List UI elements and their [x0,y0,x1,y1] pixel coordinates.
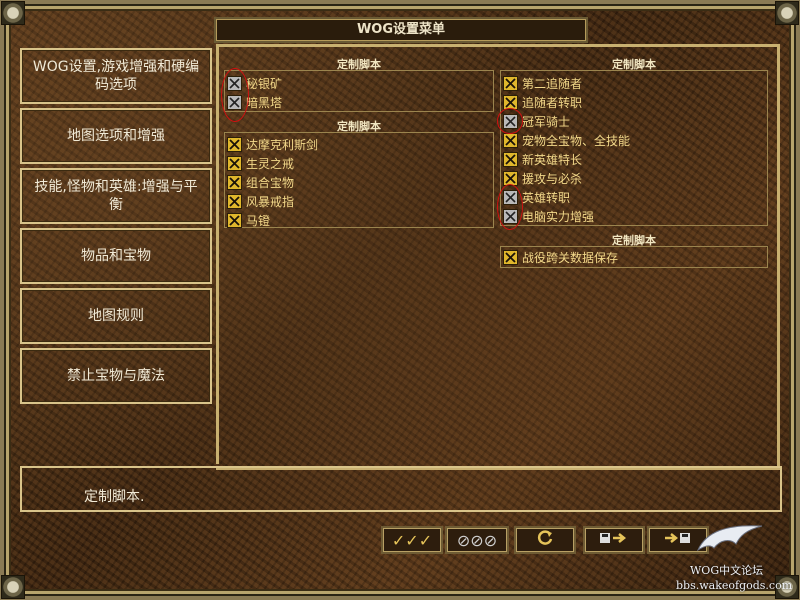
script-option[interactable]: 风暴戒指 [227,192,294,210]
script-option-label: 达摩克利斯剑 [246,137,319,152]
annotation-circle [497,184,523,230]
tab-custom-scripts[interactable]: 定制脚本. [20,466,782,512]
corner-ornament-tr [775,1,799,25]
checkbox-checked-icon[interactable] [503,75,518,91]
script-option[interactable]: 生灵之戒 [227,154,294,172]
uncheck-all-button[interactable]: ⊘⊘⊘ [445,526,509,554]
checkbox-checked-icon[interactable] [503,132,518,148]
script-option[interactable]: 组合宝物 [227,173,294,191]
sidebar-item-items-artifacts[interactable]: 物品和宝物 [20,228,212,284]
script-option[interactable]: 马镫 [227,211,270,229]
script-option-label: 宠物全宝物、全技能 [522,133,631,148]
sidebar-item-label: 物品和宝物 [81,248,151,264]
annotation-circle [497,108,523,134]
script-option-label: 生灵之戒 [246,156,295,171]
script-option-label: 冠军骑士 [522,114,571,129]
watermark-line2: bbs.wakeofgods.com [676,579,793,592]
script-option-label: 暗黑塔 [246,95,283,110]
sidebar-item-map-options[interactable]: 地图选项和增强 [20,108,212,164]
checkbox-checked-icon[interactable] [227,212,242,228]
annotation-circle [221,68,249,122]
script-option[interactable]: 援攻与必杀 [503,169,582,187]
check-all-button[interactable]: ✓✓✓ [381,526,443,554]
script-option[interactable]: 达摩克利斯剑 [227,135,318,153]
checkbox-checked-icon[interactable] [227,155,242,171]
sidebar-item-label: 禁止宝物与魔法 [67,368,165,384]
reset-button[interactable] [514,526,576,554]
refresh-icon [536,529,554,551]
dragon-wing-icon [696,525,763,552]
script-option[interactable]: 宠物全宝物、全技能 [503,131,630,149]
script-option-label: 马镫 [246,213,271,228]
uncheck-all-icon: ⊘⊘⊘ [456,530,498,550]
script-option-label: 第二追随者 [522,76,583,91]
script-option-label: 援攻与必杀 [522,171,583,186]
script-option[interactable]: 战役跨关数据保存 [503,248,618,266]
script-option-label: 新英雄特长 [522,152,583,167]
window-title: WOG设置菜单 [214,17,588,43]
script-option-label: 秘银矿 [246,76,283,91]
watermark-line1: WOG中文论坛 [690,564,764,577]
sidebar-item-banned-artifacts-spells[interactable]: 禁止宝物与魔法 [20,348,212,404]
checkbox-checked-icon[interactable] [227,174,242,190]
script-option[interactable]: 第二追随者 [503,74,582,92]
checkbox-checked-icon[interactable] [227,136,242,152]
script-option-label: 组合宝物 [246,175,295,190]
sidebar: WOG设置,游戏增强和硬编码选项 地图选项和增强 技能,怪物和英雄:增强与平衡 … [16,44,219,464]
save-button[interactable] [583,526,645,554]
script-option-label: 风暴戒指 [246,194,295,209]
script-option-label: 战役跨关数据保存 [522,250,619,265]
watermark-logo: WOG中文论坛 bbs.wakeofgods.com [676,525,796,596]
load-arrow-disk-icon [663,530,693,550]
checkbox-checked-icon[interactable] [503,249,518,265]
check-all-icon: ✓✓✓ [391,530,433,550]
tab-custom-scripts-label: 定制脚本. [84,489,145,505]
save-disk-arrow-icon [599,530,629,550]
script-option-label: 电脑实力增强 [522,209,595,224]
sidebar-item-label: 技能,怪物和英雄:增强与平衡 [34,179,198,213]
sidebar-item-wog-settings[interactable]: WOG设置,游戏增强和硬编码选项 [20,48,212,104]
sidebar-item-label: WOG设置,游戏增强和硬编码选项 [32,59,200,93]
sidebar-item-label: 地图规则 [88,308,144,324]
checkbox-checked-icon[interactable] [503,151,518,167]
sidebar-item-map-rules[interactable]: 地图规则 [20,288,212,344]
checkbox-checked-icon[interactable] [227,193,242,209]
sidebar-item-skills-monsters-heroes[interactable]: 技能,怪物和英雄:增强与平衡 [20,168,212,224]
corner-ornament-tl [1,1,25,25]
script-option[interactable]: 新英雄特长 [503,150,582,168]
corner-ornament-bl [1,575,25,599]
sidebar-item-label: 地图选项和增强 [67,128,165,144]
script-option-label: 追随者转职 [522,95,583,110]
script-option-label: 英雄转职 [522,190,571,205]
